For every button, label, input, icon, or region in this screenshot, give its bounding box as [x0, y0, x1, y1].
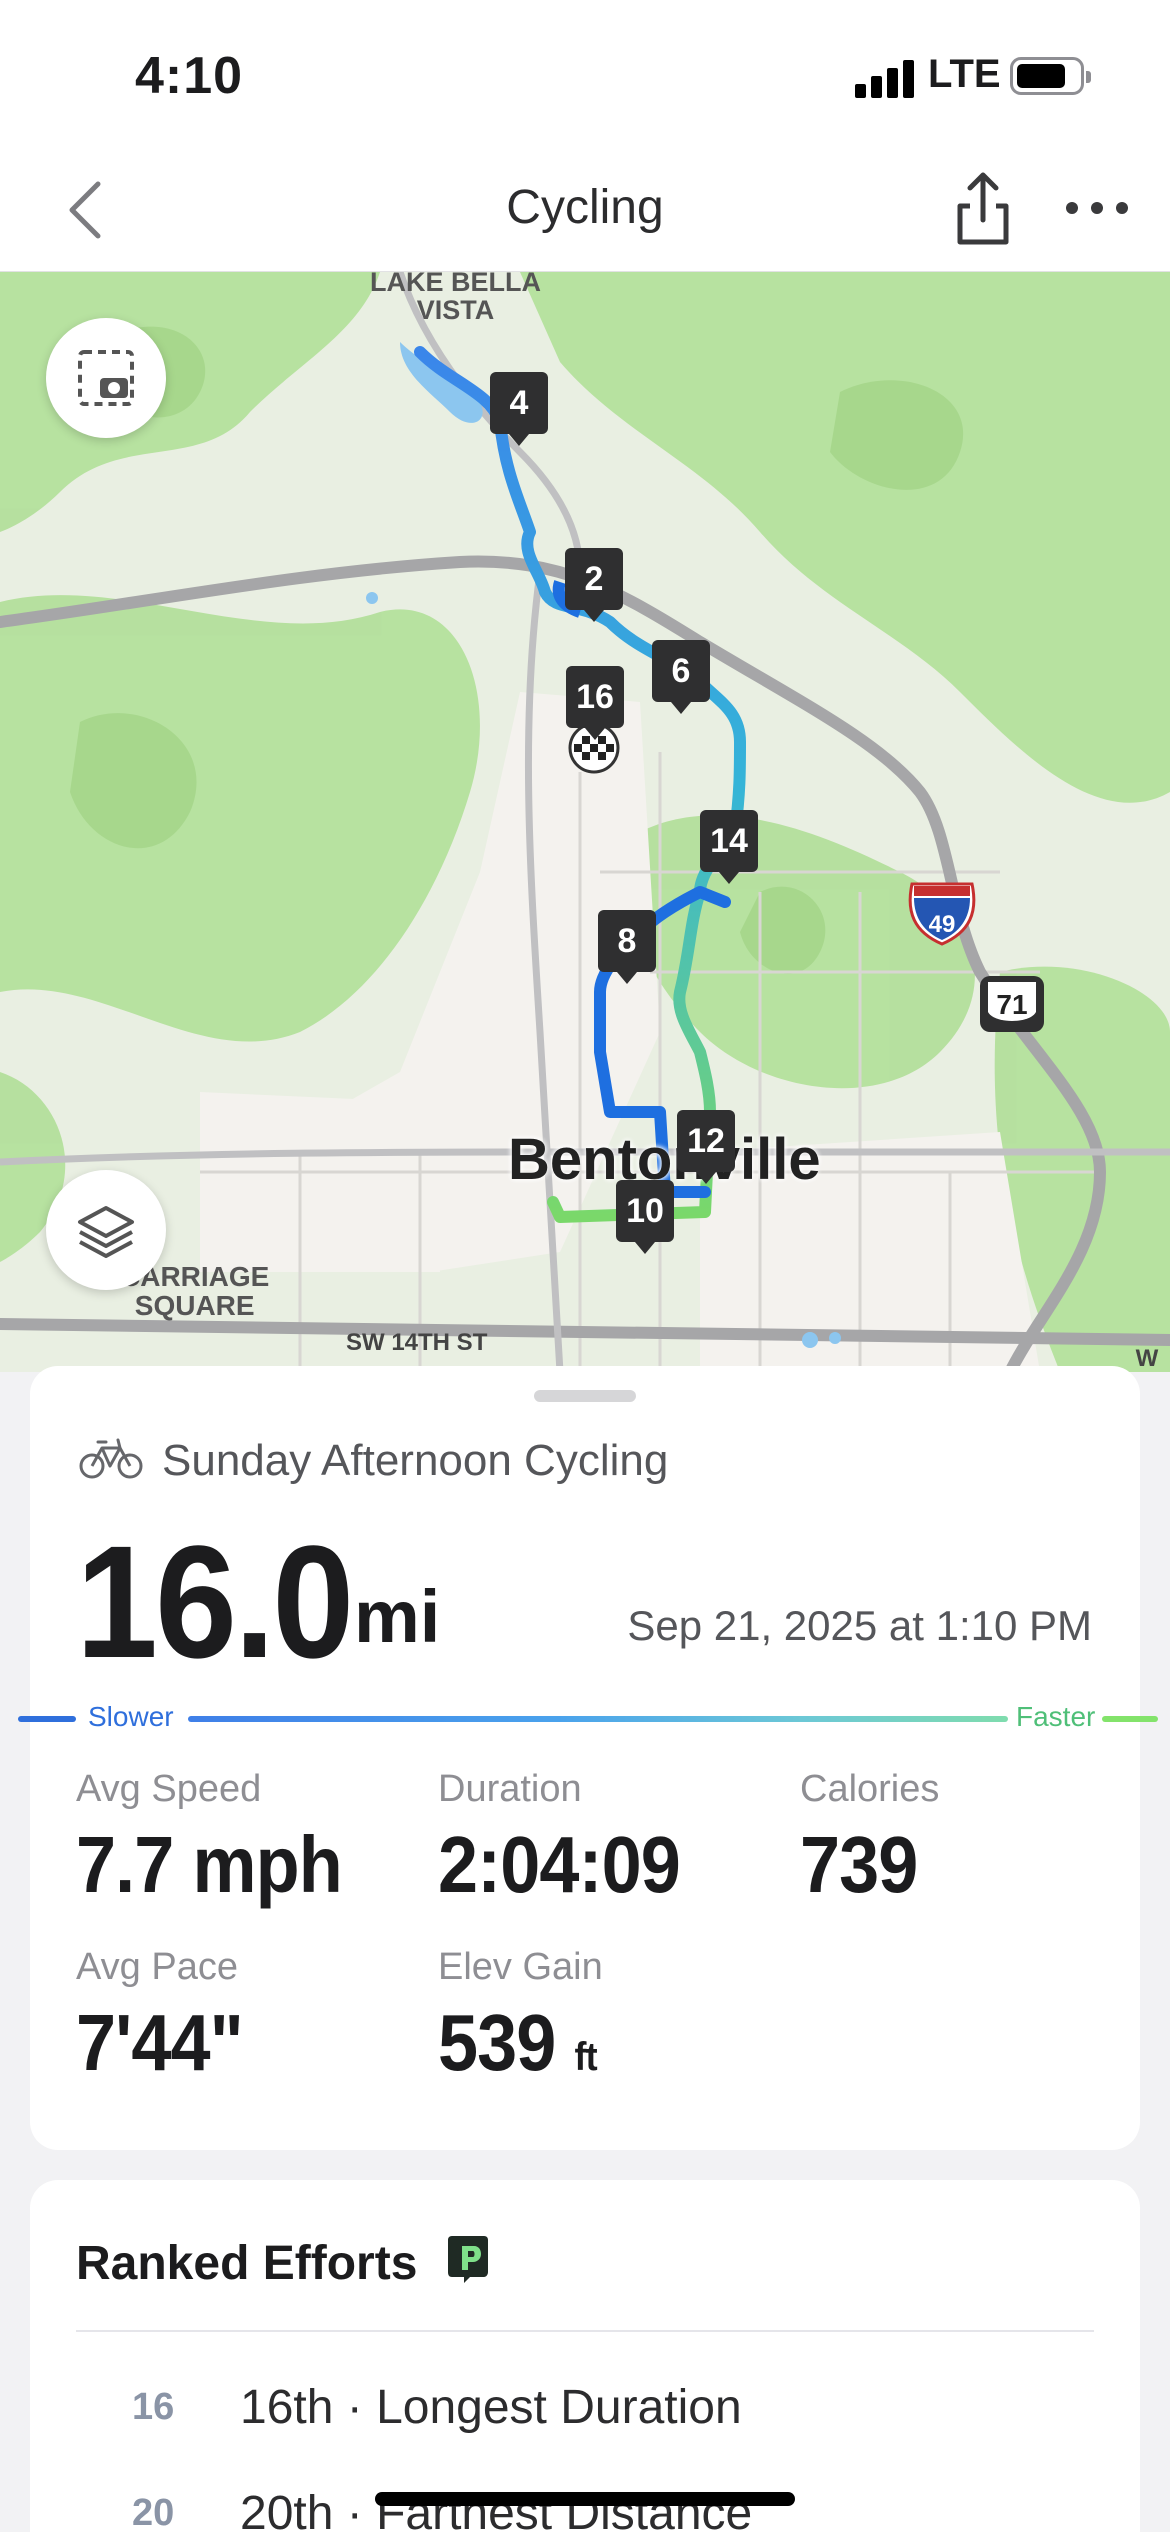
badge-icon [448, 2236, 488, 2283]
stat-label: Avg Speed [76, 1768, 262, 1810]
mile-marker[interactable]: 12 [677, 1110, 735, 1184]
stat-label: Duration [438, 1768, 582, 1810]
divider [76, 2330, 1094, 2332]
svg-text:71: 71 [996, 989, 1027, 1020]
stat-unit: ft [574, 2035, 598, 2079]
stat-label: Elev Gain [438, 1946, 603, 1988]
stat-value: 7'44" [76, 1998, 244, 2087]
bicycle-icon [79, 1438, 143, 1479]
status-time: 4:10 [135, 47, 244, 105]
rank-label: 16th · Longest Duration [240, 2381, 742, 2434]
more-button[interactable] [1062, 190, 1132, 226]
map-canvas: 49 71 [0, 272, 1170, 1372]
mile-marker[interactable]: 8 [598, 910, 656, 984]
stat-duration: Duration 2:04:09 [438, 1768, 707, 1911]
mile-marker[interactable]: 6 [652, 640, 710, 714]
snapshot-button[interactable] [46, 318, 166, 438]
status-bar: 4:10 LTE [0, 0, 1170, 150]
battery-icon [1010, 57, 1091, 95]
share-icon [957, 172, 1009, 245]
ranked-efforts-card[interactable]: Ranked Efforts 16 16th · Longest Duratio… [30, 2180, 1140, 2532]
stat-value: 739 [800, 1820, 918, 1909]
mile-marker[interactable]: 14 [700, 810, 758, 884]
sheet-grabber[interactable] [534, 1390, 636, 1402]
speed-legend-gradient [188, 1716, 1008, 1722]
stat-avg-pace: Avg Pace 7'44" [76, 1946, 261, 2089]
stat-label: Calories [800, 1768, 940, 1810]
camera-frame-icon [78, 350, 134, 406]
activity-summary-card: Sunday Afternoon Cycling 16.0 mi Sep 21,… [18, 1366, 1158, 2150]
stat-elev-gain: Elev Gain 539 ft [438, 1946, 614, 2089]
distance-value: 16.0 [76, 1512, 354, 1691]
speed-legend-slower: Slower [88, 1701, 174, 1732]
activity-datetime: Sep 21, 2025 at 1:10 PM [627, 1602, 1092, 1649]
svg-text:49: 49 [929, 911, 956, 938]
street-label: SW 14TH ST [346, 1329, 488, 1356]
stat-value: 7.7 mph [76, 1820, 343, 1909]
section-title: Ranked Efforts [76, 2237, 418, 2290]
speed-legend-slow-segment [18, 1716, 76, 1722]
edge-label: W H [1135, 1345, 1159, 1372]
list-item[interactable]: 16 16th · Longest Duration [76, 2364, 1094, 2464]
mile-marker[interactable]: 4 [490, 372, 548, 446]
stat-value: 539 ft [438, 1997, 598, 2089]
nav-bar: Cycling [0, 150, 1170, 272]
map-layers-button[interactable] [46, 1170, 166, 1290]
us-route-shield: 71 [980, 976, 1044, 1032]
mile-marker[interactable]: 16 [566, 666, 624, 740]
rank-number: 16 [132, 2386, 175, 2428]
stat-value: 2:04:09 [438, 1820, 681, 1909]
speed-legend-faster: Faster [1016, 1701, 1096, 1732]
share-button[interactable] [952, 170, 1014, 248]
stat-calories: Calories 739 [800, 1768, 939, 1911]
stat-label: Avg Pace [76, 1946, 238, 1988]
stat-value-number: 539 [438, 1998, 556, 2087]
mile-marker[interactable]: 10 [616, 1180, 674, 1254]
home-indicator[interactable] [375, 2492, 795, 2506]
speed-legend-fast-segment [1102, 1716, 1158, 1722]
route-map[interactable]: 49 71 LAKE BELLA VISTA Bentonville CARRI… [0, 272, 1170, 1372]
mile-marker[interactable]: 2 [565, 548, 623, 622]
stat-avg-speed: Avg Speed 7.7 mph [76, 1768, 371, 1911]
rank-number: 20 [132, 2492, 175, 2532]
lake-label: LAKE BELLA VISTA [370, 272, 541, 326]
layers-icon [78, 1206, 134, 1258]
ellipsis-icon [1066, 202, 1128, 214]
activity-name: Sunday Afternoon Cycling [162, 1436, 669, 1485]
distance-unit: mi [354, 1575, 441, 1658]
signal-icon [855, 58, 917, 98]
speed-legend: Slower Faster [18, 1701, 1158, 1735]
network-label: LTE [928, 52, 1001, 96]
